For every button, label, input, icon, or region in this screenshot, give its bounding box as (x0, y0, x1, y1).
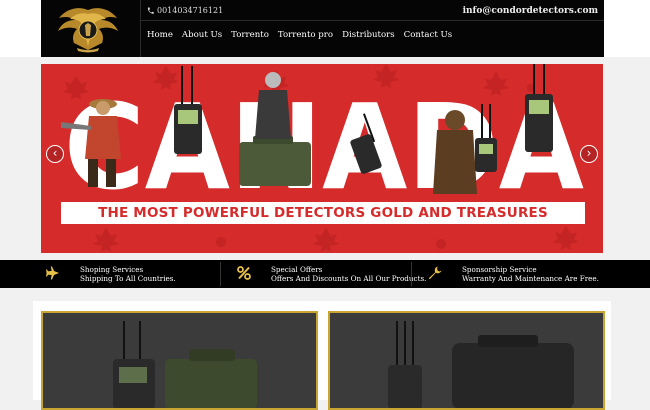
wrench-icon (428, 266, 442, 280)
service-title: Sponsorship Service (462, 265, 537, 274)
products-section (33, 301, 611, 410)
detector-3 (475, 104, 497, 172)
slider-banner-text: THE MOST POWERFUL DETECTORS GOLD AND TRE… (98, 205, 548, 221)
slider-prev-button[interactable]: ‹ (46, 145, 64, 163)
product-card[interactable] (328, 311, 605, 410)
service-title: Shoping Services (80, 265, 144, 274)
nav-distributors[interactable]: Distributors (342, 30, 395, 40)
chevron-left-icon: ‹ (52, 146, 58, 160)
service-subtitle: Offers And Discounts On All Our Products… (271, 274, 427, 283)
header: 0014034716121 info@condordetectors.com H… (0, 0, 650, 57)
airplane-icon (46, 266, 59, 280)
header-divider (140, 0, 141, 57)
main-nav: Home About Us Torrento Torrento pro Dist… (147, 30, 461, 40)
nav-home[interactable]: Home (147, 30, 173, 40)
phone-contact[interactable]: 0014034716121 (147, 6, 223, 15)
product-images (61, 64, 553, 194)
eagle-logo[interactable] (49, 4, 127, 54)
email-link[interactable]: info@condordetectors.com (463, 6, 598, 16)
detector-2 (350, 113, 382, 174)
slider-next-button[interactable]: › (580, 145, 598, 163)
header-bar: 0014034716121 info@condordetectors.com H… (41, 0, 604, 57)
chevron-right-icon: › (586, 146, 592, 160)
product-image (113, 321, 257, 408)
creature-figure (433, 110, 477, 194)
mountie-figure (61, 99, 121, 187)
service-subtitle: Shipping To All Countries. (80, 274, 176, 283)
service-title: Special Offers (271, 265, 323, 274)
nav-contact-us[interactable]: Contact Us (404, 30, 453, 40)
phone-number: 0014034716121 (157, 6, 224, 15)
slider-banner: THE MOST POWERFUL DETECTORS GOLD AND TRE… (61, 202, 585, 224)
service-subtitle: Warranty And Maintenance Are Free. (462, 274, 599, 283)
header-line (141, 20, 604, 21)
case-1 (239, 136, 311, 186)
nav-torrento-pro[interactable]: Torrento pro (278, 30, 333, 40)
phone-icon (147, 7, 154, 14)
detector-1 (174, 66, 202, 154)
service-divider (411, 262, 412, 286)
nav-torrento[interactable]: Torrento (231, 30, 269, 40)
detector-4 (525, 64, 553, 152)
percent-icon (237, 266, 251, 280)
hero-slider[interactable]: CANADA THE MOST POWERFUL DETECTORS GOLD … (41, 64, 603, 253)
service-divider (220, 262, 221, 286)
product-card[interactable] (41, 311, 318, 410)
portrait-figure (255, 72, 291, 139)
product-image (388, 321, 574, 408)
nav-about-us[interactable]: About Us (182, 30, 222, 40)
services-bar: Shoping Services Shipping To All Countri… (0, 260, 650, 288)
